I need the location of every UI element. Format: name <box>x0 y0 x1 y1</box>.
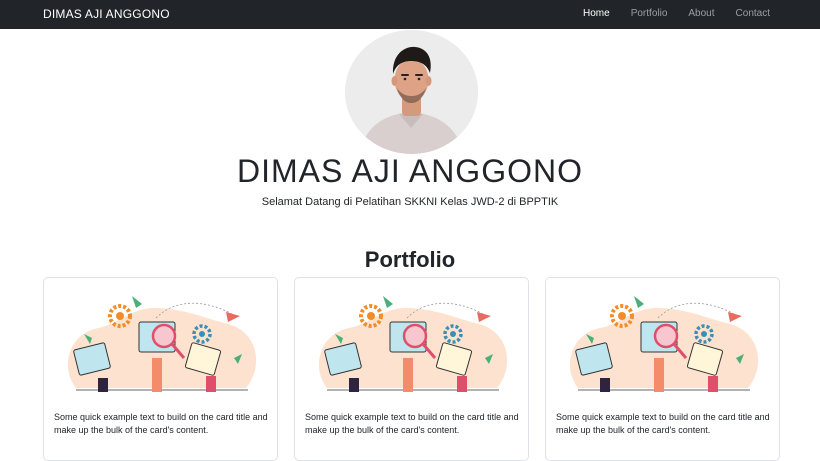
nav-link-portfolio[interactable]: Portfolio <box>631 8 668 19</box>
nav-link-contact[interactable]: Contact <box>736 8 770 19</box>
portfolio-card[interactable]: Some quick example text to build on the … <box>43 277 278 461</box>
card-text: Some quick example text to build on the … <box>305 412 519 435</box>
portfolio-illustration <box>569 296 759 392</box>
portfolio-card[interactable]: Some quick example text to build on the … <box>294 277 529 461</box>
navbar: DIMAS AJI ANGGONO Home Portfolio About C… <box>0 0 820 29</box>
nav-links: Home Portfolio About Contact <box>562 8 770 19</box>
portfolio-title: Portfolio <box>364 247 456 272</box>
nav-link-about[interactable]: About <box>688 8 714 19</box>
portfolio-illustration <box>318 296 508 392</box>
navbar-brand[interactable]: DIMAS AJI ANGGONO <box>43 7 170 21</box>
portfolio-illustration <box>67 296 257 392</box>
card-text: Some quick example text to build on the … <box>54 412 268 435</box>
hero-subtitle: Selamat Datang di Pelatihan SKKNI Kelas … <box>261 196 559 208</box>
nav-link-home[interactable]: Home <box>583 8 610 19</box>
profile-photo <box>345 30 478 154</box>
portfolio-card[interactable]: Some quick example text to build on the … <box>545 277 780 461</box>
hero-name: DIMAS AJI ANGGONO <box>237 153 583 189</box>
card-text: Some quick example text to build on the … <box>556 412 770 435</box>
profile-avatar <box>345 30 478 154</box>
